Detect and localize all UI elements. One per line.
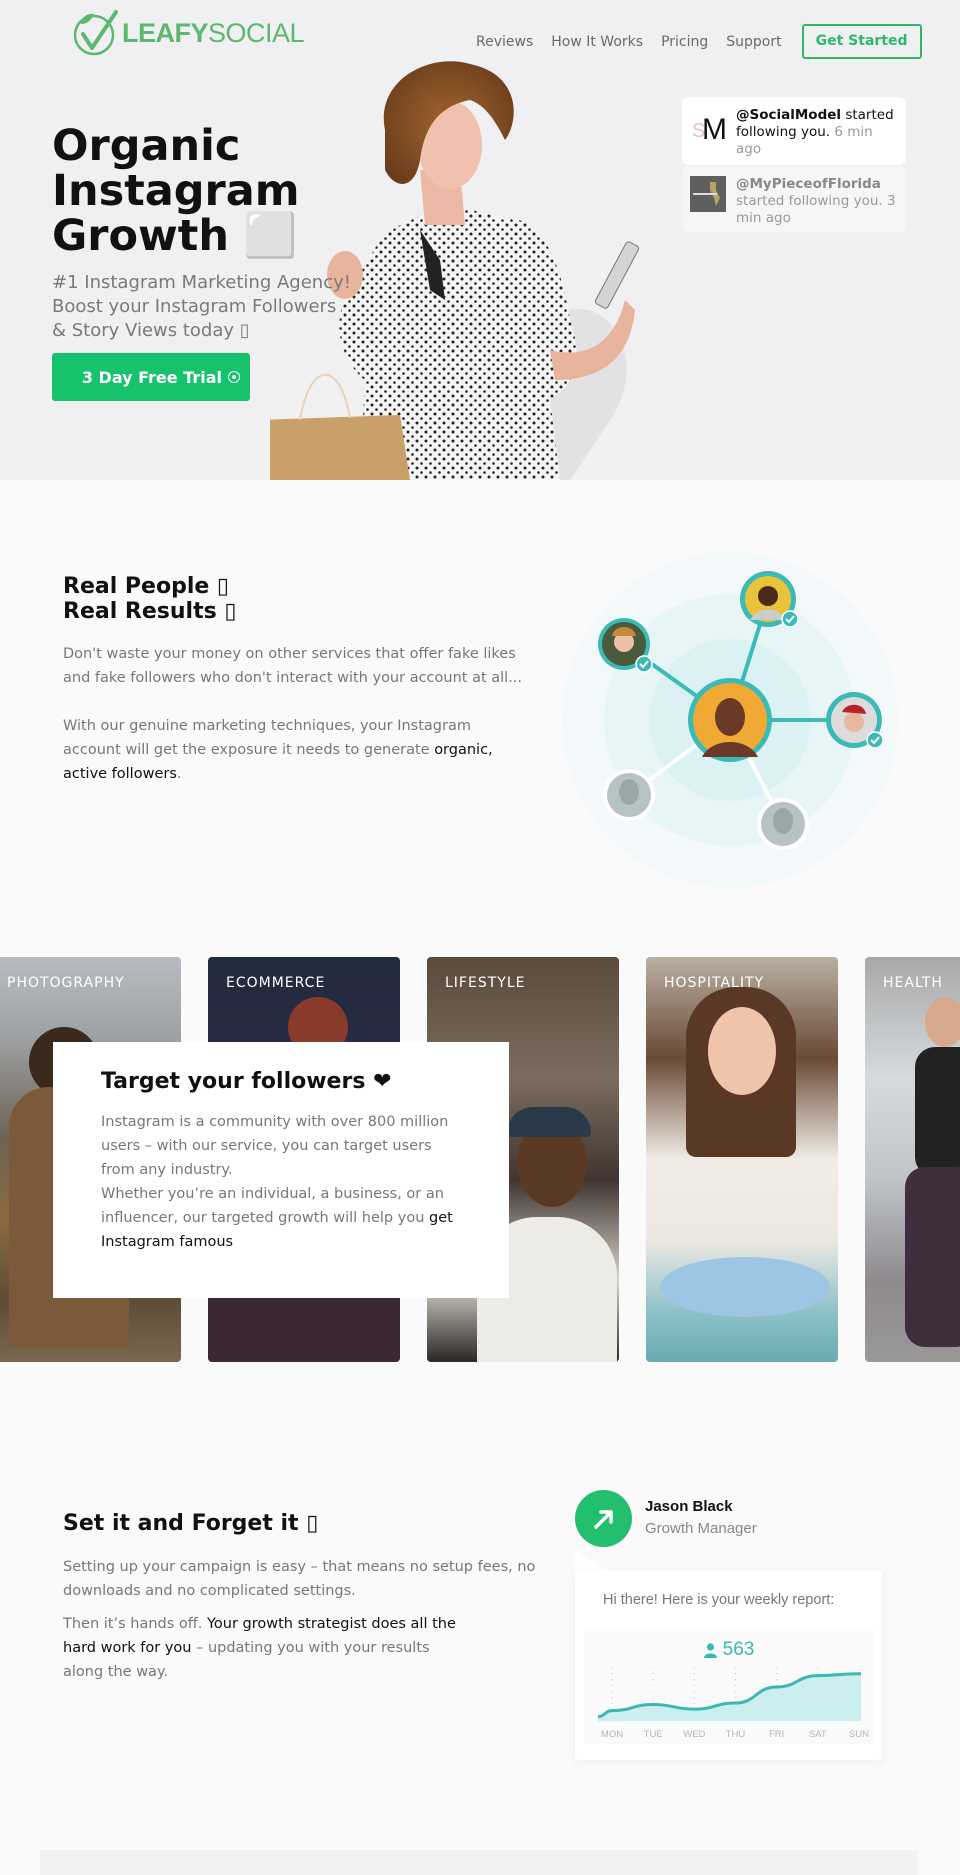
industry-label: PHOTOGRAPHY	[7, 975, 125, 991]
arrow-up-right-icon	[593, 1509, 613, 1529]
hero-subtitle: #1 Instagram Marketing Agency! Boost you…	[52, 272, 351, 341]
industry-label: HEALTH	[883, 975, 943, 991]
real-people-title: Real People ▯ Real Results ▯	[63, 574, 237, 624]
landing-page: LEAFYSOCIAL Reviews How It Works Pricing…	[0, 0, 960, 1875]
follower-network-graphic	[562, 552, 898, 888]
notification-avatar: SM	[690, 107, 726, 143]
chart-area	[598, 1673, 861, 1721]
industry-card-health[interactable]: HEALTH	[865, 957, 960, 1362]
get-started-button[interactable]: Get Started	[801, 24, 922, 59]
svg-text:M: M	[702, 113, 726, 143]
free-trial-label: 3 Day Free Trial	[81, 367, 222, 387]
brand-name: LEAFYSOCIAL	[122, 17, 305, 48]
industry-label: HOSPITALITY	[664, 975, 765, 991]
manager-name: Jason Black	[645, 1498, 733, 1515]
circle-dot-icon	[228, 371, 240, 383]
set-it-title: Set it and Forget it ▯	[63, 1511, 319, 1536]
chart-x-label: FRI	[769, 1729, 784, 1740]
real-people-paragraph-2: With our genuine marketing techniques, y…	[63, 718, 493, 782]
weekly-report-card: Hi there! Here is your weekly report: MO…	[575, 1570, 882, 1760]
chart-x-label: WED	[683, 1729, 705, 1740]
user-icon	[703, 1642, 717, 1658]
hero-section: LEAFYSOCIAL Reviews How It Works Pricing…	[0, 0, 960, 480]
notification-avatar	[690, 176, 726, 212]
nav-how-it-works[interactable]: How It Works	[551, 25, 643, 59]
industry-label: LIFESTYLE	[445, 975, 526, 991]
manager-role: Growth Manager	[645, 1520, 757, 1537]
chart-x-label: THU	[726, 1729, 746, 1740]
manager-avatar	[575, 1490, 632, 1547]
industry-card-hospitality[interactable]: HOSPITALITY	[646, 957, 838, 1362]
central-avatar	[688, 678, 772, 762]
main-nav: Reviews How It Works Pricing Support Get…	[476, 24, 922, 59]
target-title: Target your followers ❤	[101, 1069, 392, 1094]
chart-x-label: SUN	[849, 1729, 869, 1740]
next-section-edge	[40, 1850, 918, 1875]
follow-notification: SM @SocialModel started following you. 6…	[682, 97, 906, 165]
set-it-paragraph-1: Setting up your campaign is easy – that …	[63, 1559, 536, 1599]
industry-label: ECOMMERCE	[226, 975, 326, 991]
set-it-paragraph-2: Then it’s hands off. Your growth strateg…	[63, 1616, 456, 1680]
chart-x-label: MON	[601, 1729, 623, 1740]
follow-notification: @MyPieceofFlorida started following you.…	[682, 166, 906, 232]
target-followers-card: Target your followers ❤ Instagram is a c…	[53, 1042, 509, 1298]
nav-pricing[interactable]: Pricing	[661, 25, 708, 59]
nav-reviews[interactable]: Reviews	[476, 25, 533, 59]
real-people-paragraph-1: Don't waste your money on other services…	[63, 646, 523, 686]
report-greeting: Hi there! Here is your weekly report:	[603, 1592, 835, 1608]
brand-logo[interactable]: LEAFYSOCIAL	[74, 10, 305, 56]
chart-x-label: SAT	[809, 1729, 827, 1740]
follower-count: 563	[584, 1639, 874, 1661]
report-bubble-tail	[575, 1550, 605, 1570]
target-paragraph: Instagram is a community with over 800 m…	[101, 1114, 453, 1250]
hero-title: Organic Instagram Growth ⬜	[52, 121, 300, 261]
report-chart-panel: MON TUE WED THU FRI SAT SUN 563	[584, 1629, 874, 1744]
pending-follower-avatar	[757, 798, 809, 850]
free-trial-button[interactable]: 3 Day Free Trial	[52, 353, 250, 401]
pending-follower-avatar	[603, 769, 655, 821]
chart-x-label: TUE	[644, 1729, 663, 1740]
leaf-check-icon	[74, 10, 118, 56]
nav-support[interactable]: Support	[726, 25, 781, 59]
